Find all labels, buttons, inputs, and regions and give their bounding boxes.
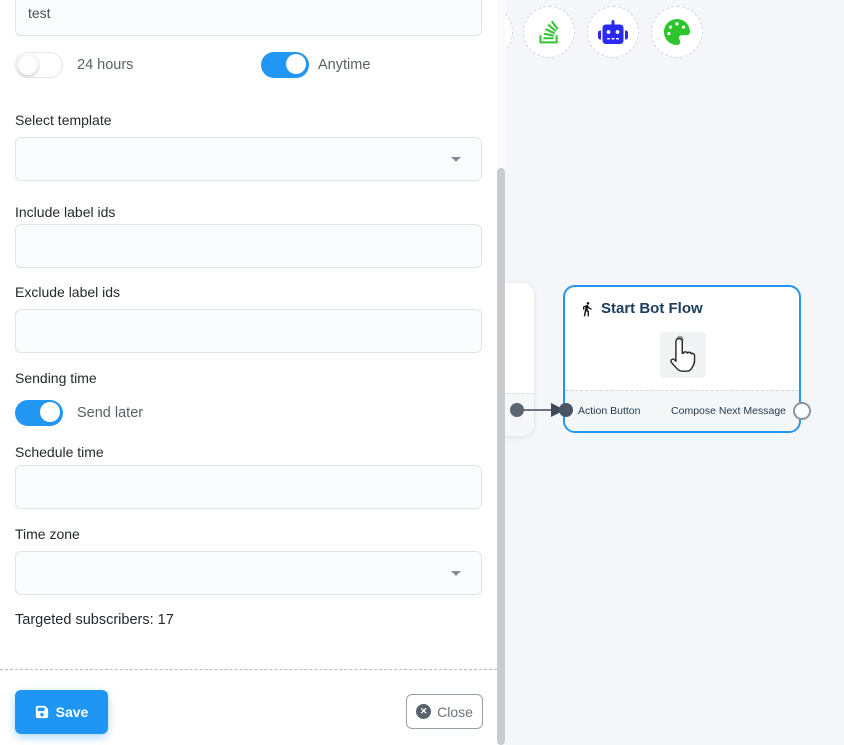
toggle-24-hours-label: 24 hours <box>77 57 133 73</box>
toolbar-circle-partial[interactable] <box>505 6 513 58</box>
targeted-subscribers-count: 17 <box>158 612 174 628</box>
toggle-24-hours[interactable] <box>15 52 63 78</box>
save-button[interactable]: Save <box>15 690 108 734</box>
time-zone-select[interactable] <box>15 551 482 595</box>
hand-pointer-icon <box>666 335 700 375</box>
node-title: Start Bot Flow <box>601 300 703 317</box>
cursor-overlay <box>660 332 706 378</box>
schedule-time-label: Schedule time <box>15 444 104 461</box>
walking-person-icon <box>579 301 595 317</box>
toolbar-circle-stack[interactable] <box>523 6 575 58</box>
flow-canvas[interactable]: Start Bot Flow Action Button Compose Nex… <box>505 0 844 745</box>
node-footer: Action Button Compose Next Message <box>565 390 799 431</box>
select-template-label: Select template <box>15 112 112 129</box>
save-button-label: Save <box>56 704 89 720</box>
include-label-ids-label: Include label ids <box>15 204 115 221</box>
close-button-label: Close <box>437 704 473 720</box>
close-button[interactable]: ✕ Close <box>406 694 483 729</box>
close-circle-icon: ✕ <box>416 704 431 719</box>
toggle-knob <box>286 54 306 74</box>
connector-end-dot[interactable] <box>559 403 573 417</box>
exclude-label-ids-input[interactable] <box>15 309 482 353</box>
node-output-port[interactable] <box>793 402 811 420</box>
include-label-ids-input[interactable] <box>15 224 482 268</box>
toolbar-circle-palette[interactable] <box>651 6 703 58</box>
toggle-anytime[interactable] <box>261 52 309 78</box>
toggle-knob <box>18 55 38 75</box>
caret-down-icon <box>451 157 461 162</box>
caret-down-icon <box>451 571 461 576</box>
toggle-knob <box>40 402 60 422</box>
stack-icon <box>538 19 560 45</box>
toggle-send-later-label: Send later <box>77 405 143 421</box>
toggle-send-later[interactable] <box>15 400 63 426</box>
palette-icon <box>664 19 690 45</box>
save-icon <box>35 705 49 719</box>
time-zone-label: Time zone <box>15 526 80 543</box>
node-footer-action-button-label[interactable]: Action Button <box>578 405 640 417</box>
connector-start-dot[interactable] <box>510 403 524 417</box>
campaign-name-input[interactable] <box>15 0 482 36</box>
robot-icon <box>598 20 628 44</box>
toggle-anytime-label: Anytime <box>318 57 370 73</box>
targeted-subscribers-text: Targeted subscribers: 17 <box>15 612 174 628</box>
footer-divider <box>0 669 497 670</box>
node-footer-compose-next-message-label[interactable]: Compose Next Message <box>671 405 786 417</box>
vertical-scrollbar <box>497 0 505 745</box>
campaign-form-panel: 24 hours Anytime Select template Include… <box>0 0 497 745</box>
schedule-time-input[interactable] <box>15 465 482 509</box>
start-bot-flow-node[interactable]: Start Bot Flow Action Button Compose Nex… <box>563 285 801 433</box>
template-select[interactable] <box>15 137 482 181</box>
exclude-label-ids-label: Exclude label ids <box>15 284 120 301</box>
scrollbar-thumb[interactable] <box>497 168 505 745</box>
toolbar-circle-robot[interactable] <box>587 6 639 58</box>
sending-time-label: Sending time <box>15 370 97 387</box>
node-header: Start Bot Flow <box>565 287 799 317</box>
